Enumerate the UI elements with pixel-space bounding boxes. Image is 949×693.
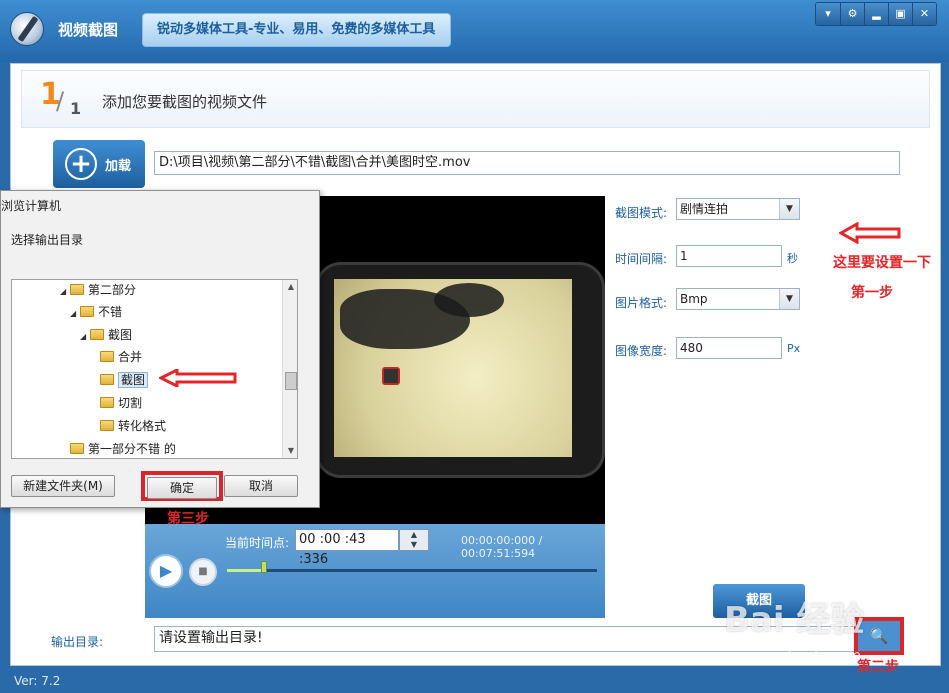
maximize-icon[interactable]: ▣ [888, 3, 912, 25]
chevron-down-icon[interactable]: ▼ [779, 289, 799, 309]
search-folder-icon: 🔍 [869, 627, 889, 645]
format-label: 图片格式: [615, 296, 668, 310]
video-frame-phone [315, 262, 605, 478]
video-frame-screen [334, 279, 572, 457]
mode-label: 截图模式: [615, 206, 668, 220]
folder-icon [70, 443, 84, 454]
folder-icon [100, 374, 114, 385]
record-marker [382, 367, 400, 385]
load-button[interactable]: + 加载 [53, 140, 145, 188]
format-value: Bmp [680, 292, 708, 306]
expand-arrow-icon[interactable]: ◢ [60, 282, 70, 302]
annotation-step1: 第一步 [851, 285, 893, 301]
timecode-readout: 00:00:00:000 / 00:07:51:594 [461, 534, 543, 560]
ok-button[interactable]: 确定 [147, 477, 217, 499]
scrollbar-thumb[interactable] [285, 372, 297, 390]
folder-icon [90, 329, 104, 340]
browse-folder-dialog: 浏览计算机 选择输出目录 ◢ 第二部分 ◢ 不错 ◢ 截图 合并 截图 切割 转化格式… [0, 190, 320, 508]
step-title: 添加您要截图的视频文件 [102, 93, 268, 111]
scroll-up-icon[interactable]: ▲ [283, 280, 297, 294]
tree-item[interactable]: 转化格式 [100, 416, 166, 436]
cancel-button[interactable]: 取消 [224, 475, 298, 497]
app-title: 视频截图 [58, 21, 119, 39]
annotation-set-here: 这里要设置一下 [833, 255, 931, 271]
progress-handle[interactable] [261, 561, 267, 573]
interval-input[interactable]: 1 [676, 245, 782, 267]
mode-value: 剧情连拍 [680, 202, 729, 216]
step-header: 1 / 1 添加您要截图的视频文件 [21, 70, 930, 128]
folder-icon [100, 397, 114, 408]
interval-label: 时间间隔: [615, 252, 668, 266]
chevron-down-icon[interactable]: ▼ [779, 199, 799, 219]
interval-unit: 秒 [787, 252, 798, 265]
output-dir-label: 输出目录: [51, 635, 104, 649]
tree-scrollbar[interactable]: ▲ ▼ [282, 280, 297, 458]
tree-item[interactable]: ◢ 截图 [80, 325, 132, 345]
folder-icon [100, 351, 114, 362]
tree-item-selected[interactable]: 截图 [100, 370, 149, 390]
mode-select[interactable]: 剧情连拍 ▼ [676, 198, 800, 220]
version-label: Ver: 7.2 [14, 674, 61, 688]
folder-tree[interactable]: ◢ 第二部分 ◢ 不错 ◢ 截图 合并 截图 切割 转化格式 第一部分不错 的 ▲ ▼ [11, 279, 298, 459]
play-button[interactable]: ▶ [149, 554, 183, 588]
player-controls: 当前时间点: 00 :00 :43 :336 ▲ ▼ 00:00:00:000 /… [145, 524, 605, 618]
watermark-url: jingyan.baidu.com [732, 648, 862, 664]
tree-item[interactable]: 合并 [100, 347, 142, 367]
scroll-down-icon[interactable]: ▼ [283, 444, 297, 458]
minimize-icon[interactable]: ▂ [864, 3, 888, 25]
step-slash: / [56, 87, 65, 115]
annotation-step3: 第三步 [167, 511, 209, 527]
progress-track[interactable] [227, 561, 597, 573]
folder-icon [80, 306, 94, 317]
close-icon[interactable]: ✕ [912, 3, 936, 25]
tree-item[interactable]: 第一部分不错 的 [70, 439, 176, 458]
progress-fill [227, 569, 264, 572]
current-time-input[interactable]: 00 :00 :43 :336 [295, 529, 399, 567]
settings-gear-icon[interactable]: ⚙ [840, 3, 864, 25]
tree-item[interactable]: ◢ 不错 [70, 302, 122, 322]
tree-item[interactable]: 切割 [100, 393, 142, 413]
title-bar: 视频截图 锐动多媒体工具-专业、易用、免费的多媒体工具 ▾ ⚙ ▂ ▣ ✕ [0, 0, 949, 62]
add-circle-icon: + [65, 148, 97, 180]
file-path-field[interactable]: D:\项目\视频\第二部分\不错\截图\合并\美图时空.mov [154, 151, 900, 175]
app-logo-icon [10, 12, 44, 46]
width-input[interactable]: 480 [676, 337, 782, 359]
width-label: 图像宽度: [615, 344, 668, 358]
expand-arrow-icon[interactable]: ◢ [70, 304, 80, 324]
watermark-logo: Bai 经验 [724, 600, 865, 640]
status-bar: Ver: 7.2 [0, 670, 949, 693]
dialog-title: 浏览计算机 [1, 199, 62, 213]
format-select[interactable]: Bmp ▼ [676, 288, 800, 310]
folder-icon [100, 420, 114, 431]
tree-item[interactable]: ◢ 第二部分 [60, 280, 136, 300]
stop-button[interactable]: ■ [189, 558, 217, 586]
step-total: 1 [70, 99, 82, 118]
new-folder-button[interactable]: 新建文件夹(M) [11, 475, 115, 497]
current-time-label: 当前时间点: [225, 536, 290, 550]
width-unit: Px [787, 342, 801, 355]
annotation-arrow-icon [839, 222, 901, 244]
annotation-arrow-icon [159, 369, 237, 387]
time-spinner[interactable]: ▲ ▼ [399, 529, 429, 551]
dialog-subtitle: 选择输出目录 [11, 233, 84, 247]
ink-blot [434, 283, 504, 317]
menu-dropdown-icon[interactable]: ▾ [816, 3, 840, 25]
folder-icon [70, 284, 84, 295]
expand-arrow-icon[interactable]: ◢ [80, 327, 90, 347]
slogan-banner: 锐动多媒体工具-专业、易用、免费的多媒体工具 [142, 13, 451, 47]
window-controls: ▾ ⚙ ▂ ▣ ✕ [815, 2, 937, 26]
load-label: 加载 [105, 159, 132, 174]
